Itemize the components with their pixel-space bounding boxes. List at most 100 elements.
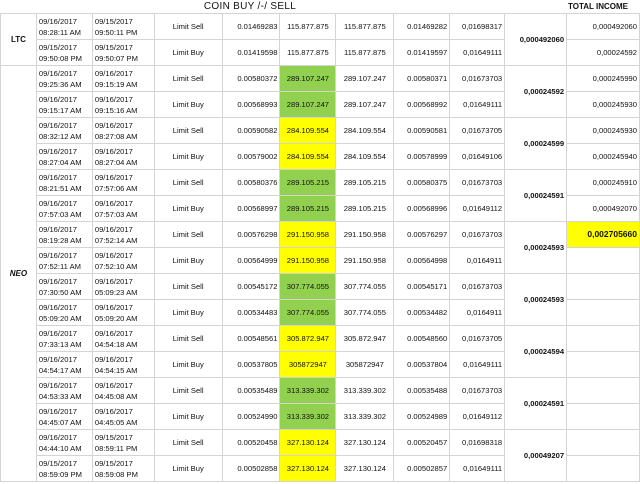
units-filled: 313.339.302 — [279, 403, 337, 430]
bid-ask-price: 0.00568997 — [221, 195, 281, 222]
bid-ask-price: 0.00534483 — [221, 299, 281, 326]
actual-rate: 0.00580375 — [393, 169, 451, 196]
cost-proceeds: 0,01673703 — [449, 169, 506, 196]
units-total: 289.105.215 — [335, 195, 395, 222]
income-cell — [566, 429, 640, 456]
units-filled: 115.877.875 — [279, 39, 337, 66]
actual-rate: 0.00568992 — [393, 91, 451, 118]
order-type: Limit Sell — [153, 117, 223, 144]
table-row: 09/16/2017 07:33:13 AM 09/16/2017 04:54:18 … — [1, 325, 640, 378]
units-filled: 313.339.302 — [279, 377, 337, 404]
units-filled: 289.107.247 — [279, 91, 337, 118]
actual-rate: 0.00576297 — [393, 221, 451, 248]
units-total: 305.872.947 — [335, 325, 395, 352]
table-row: 09/16/2017 08:32:12 AM 09/16/2017 08:27:08 … — [1, 117, 640, 170]
order-type: Limit Buy — [153, 351, 223, 378]
open-date: 09/16/2017 05:09:20 AM — [91, 299, 155, 326]
units-total: 307.774.055 — [335, 299, 395, 326]
cost-proceeds: 0,01649111 — [449, 91, 506, 118]
units-total: 305872947 — [335, 351, 395, 378]
coin-neo: NEO — [0, 65, 37, 482]
cost-proceeds: 0,01673703 — [449, 65, 506, 92]
units-filled: 291.150.958 — [279, 247, 337, 274]
bid-ask-price: 0.00524990 — [221, 403, 281, 430]
cost-proceeds: 0,01649111 — [449, 455, 506, 482]
actual-rate: 0.00580371 — [393, 65, 451, 92]
order-type: Limit Sell — [153, 377, 223, 404]
units-total: 313.339.302 — [335, 403, 395, 430]
bid-ask-price: 0.00548561 — [221, 325, 281, 352]
order-type: Limit Sell — [153, 65, 223, 92]
units-filled: 305872947 — [279, 351, 337, 378]
actual-rate: 0.00564998 — [393, 247, 451, 274]
cost-proceeds: 0,01649111 — [449, 351, 506, 378]
cost-proceeds: 0,01649106 — [449, 143, 506, 170]
actual-rate: 0.00534482 — [393, 299, 451, 326]
bid-ask-price: 0.00580376 — [221, 169, 281, 196]
bid-ask-price: 0.00564999 — [221, 247, 281, 274]
open-date: 09/16/2017 07:52:14 AM — [91, 221, 155, 248]
open-date: 09/15/2017 09:50:07 PM — [91, 39, 155, 66]
order-type: Limit Buy — [153, 91, 223, 118]
income-cell: 0,000492070 — [566, 195, 640, 222]
cost-proceeds: 0,01673703 — [449, 221, 506, 248]
open-date: 09/15/2017 08:59:08 PM — [91, 455, 155, 482]
pair-profit: 0,00024591 — [504, 169, 568, 222]
close-date: 09/16/2017 07:57:03 AM — [35, 195, 93, 222]
open-date: 09/16/2017 08:27:04 AM — [91, 143, 155, 170]
close-date: 09/15/2017 09:50:08 PM — [35, 39, 93, 66]
units-filled: 291.150.958 — [279, 221, 337, 248]
actual-rate: 0.00502857 — [393, 455, 451, 482]
cost-proceeds: 0,01649111 — [449, 39, 506, 66]
table-row: 09/16/2017 04:44:10 AM 09/15/2017 08:59:11 … — [1, 429, 640, 482]
pair-profit: 0,00024594 — [504, 325, 568, 378]
units-filled: 289.105.215 — [279, 169, 337, 196]
open-date: 09/15/2017 09:50:11 PM — [91, 13, 155, 40]
bid-ask-price: 0.00520458 — [221, 429, 281, 456]
close-date: 09/16/2017 08:32:12 AM — [35, 117, 93, 144]
units-filled: 307.774.055 — [279, 299, 337, 326]
bid-ask-price: 0.00502858 — [221, 455, 281, 482]
cost-proceeds: 0,01673703 — [449, 377, 506, 404]
income-cell: 0,000492060 — [566, 13, 640, 40]
order-type: Limit Buy — [153, 195, 223, 222]
actual-rate: 0.00537804 — [393, 351, 451, 378]
pair-profit: 0,00024593 — [504, 273, 568, 326]
pair-profit: 0,00024599 — [504, 117, 568, 170]
actual-rate: 0.01469282 — [393, 13, 451, 40]
units-filled: 289.105.215 — [279, 195, 337, 222]
open-date: 09/16/2017 04:45:05 AM — [91, 403, 155, 430]
units-total: 115.877.875 — [335, 13, 395, 40]
order-type: Limit Buy — [153, 39, 223, 66]
units-total: 327.130.124 — [335, 455, 395, 482]
bid-ask-price: 0.00568993 — [221, 91, 281, 118]
table-row: 09/16/2017 08:19:28 AM 09/16/2017 07:52:14 … — [1, 221, 640, 274]
income-cell: 0,000245930 — [566, 91, 640, 118]
open-date: 09/16/2017 04:54:18 AM — [91, 325, 155, 352]
trade-table: LTC 09/16/2017 08:28:11 AM 09/15/2017 09:50:… — [0, 13, 640, 482]
close-date: 09/16/2017 08:19:28 AM — [35, 221, 93, 248]
income-cell — [566, 377, 640, 404]
cost-proceeds: 0,01673703 — [449, 273, 506, 300]
pair-profit: 0,00049207 — [504, 429, 568, 482]
close-date: 09/16/2017 09:15:17 AM — [35, 91, 93, 118]
bid-ask-price: 0.00545172 — [221, 273, 281, 300]
total-income-label: TOTAL INCOME — [568, 2, 628, 11]
table-row: 09/16/2017 07:30:50 AM 09/16/2017 05:09:23 … — [1, 273, 640, 326]
cost-proceeds: 0,01698318 — [449, 429, 506, 456]
income-cell: 0,000245910 — [566, 169, 640, 196]
order-type: Limit Sell — [153, 169, 223, 196]
units-total: 313.339.302 — [335, 377, 395, 404]
actual-rate: 0.00524989 — [393, 403, 451, 430]
cost-proceeds: 0,01649112 — [449, 403, 506, 430]
income-cell — [566, 455, 640, 482]
pair-profit: 0,00024591 — [504, 377, 568, 430]
units-filled: 115.877.875 — [279, 13, 337, 40]
close-date: 09/16/2017 04:44:10 AM — [35, 429, 93, 456]
units-total: 289.107.247 — [335, 91, 395, 118]
income-cell — [566, 351, 640, 378]
close-date: 09/16/2017 07:33:13 AM — [35, 325, 93, 352]
income-cell: 0,00024592 — [566, 39, 640, 66]
close-date: 09/16/2017 04:53:33 AM — [35, 377, 93, 404]
income-cell: 0,002705660 — [566, 221, 640, 248]
